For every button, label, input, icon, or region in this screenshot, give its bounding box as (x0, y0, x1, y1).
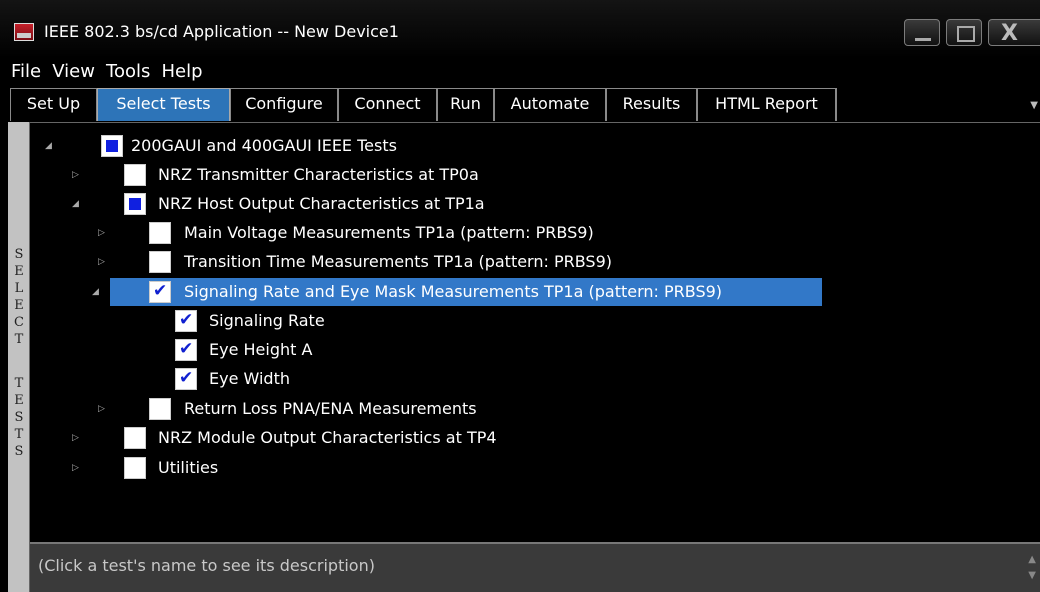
left-strip (0, 122, 8, 592)
checkbox-unchecked[interactable] (149, 398, 171, 420)
tree-node-label[interactable]: 200GAUI and 400GAUI IEEE Tests (131, 132, 397, 160)
side-letter: T (14, 376, 24, 391)
tree-node-label[interactable]: Eye Width (209, 365, 290, 393)
window-title: IEEE 802.3 bs/cd Application -- New Devi… (44, 22, 399, 41)
collapse-arrow-icon[interactable]: ◢ (92, 278, 99, 306)
checkbox-unchecked[interactable] (124, 457, 146, 479)
collapse-arrow-icon[interactable]: ◢ (45, 132, 52, 160)
tab-configure[interactable]: Configure (230, 88, 338, 121)
checkbox-partial[interactable] (124, 193, 146, 215)
close-icon: X (1001, 21, 1018, 46)
checkbox-unchecked[interactable] (149, 251, 171, 273)
tree-node-label[interactable]: Signaling Rate (209, 307, 325, 335)
menu-file[interactable]: File (0, 58, 41, 86)
tab-set-up[interactable]: Set Up (10, 88, 97, 121)
checkbox-unchecked[interactable] (124, 427, 146, 449)
expand-arrow-icon[interactable]: ▷ (98, 248, 105, 276)
side-letter: C (14, 315, 24, 330)
checkbox-checked[interactable] (175, 338, 197, 361)
side-letter: E (14, 264, 24, 279)
tab-automate[interactable]: Automate (494, 88, 606, 121)
checkbox-checked[interactable] (175, 309, 197, 332)
tree-node-selected[interactable]: ◢ Signaling Rate and Eye Mask Measuremen… (30, 278, 1040, 306)
collapse-arrow-icon[interactable]: ◢ (72, 190, 79, 218)
side-letter: S (14, 410, 24, 425)
tree-node-label[interactable]: Utilities (158, 454, 218, 482)
tab-overflow-icon[interactable]: ▼ (1030, 100, 1038, 111)
tab-html-report[interactable]: HTML Report (697, 88, 836, 121)
tree-node-label[interactable]: Return Loss PNA/ENA Measurements (184, 395, 477, 423)
tab-bar: Set Up Select Tests Configure Connect Ru… (0, 88, 1040, 122)
tab-results[interactable]: Results (606, 88, 697, 121)
checkbox-checked[interactable] (149, 280, 171, 303)
checkbox-partial[interactable] (101, 135, 123, 157)
side-letter: S (14, 444, 24, 459)
expand-arrow-icon[interactable]: ▷ (98, 395, 105, 423)
tree-node-label[interactable]: Main Voltage Measurements TP1a (pattern:… (184, 219, 594, 247)
tree-node-label[interactable]: Eye Height A (209, 336, 312, 364)
scroll-up-icon[interactable]: ▲ (1028, 554, 1036, 565)
scroll-down-icon[interactable]: ▼ (1028, 570, 1036, 581)
side-letter: T (14, 332, 24, 347)
minimize-button[interactable] (904, 19, 940, 46)
tree-node-label[interactable]: NRZ Host Output Characteristics at TP1a (158, 190, 485, 218)
menu-bar: File View Tools Help (0, 58, 1040, 88)
checkbox-unchecked[interactable] (124, 164, 146, 186)
side-letter: E (14, 298, 24, 313)
tree-node-label[interactable]: Signaling Rate and Eye Mask Measurements… (184, 278, 722, 306)
description-panel[interactable]: (Click a test's name to see its descript… (30, 542, 1040, 592)
minimize-icon (915, 38, 931, 41)
side-letter: E (14, 393, 24, 408)
expand-arrow-icon[interactable]: ▷ (72, 424, 79, 452)
maximize-button[interactable] (946, 19, 982, 46)
tree-node-label[interactable]: NRZ Module Output Characteristics at TP4 (158, 424, 497, 452)
close-button[interactable]: X (988, 19, 1040, 46)
menu-view[interactable]: View (41, 58, 95, 86)
expand-arrow-icon[interactable]: ▷ (98, 219, 105, 247)
maximize-icon (957, 26, 975, 42)
menu-tools[interactable]: Tools (95, 58, 150, 86)
tab-select-tests[interactable]: Select Tests (97, 88, 230, 121)
checkbox-checked[interactable] (175, 367, 197, 390)
select-tests-side-label: S E L E C T T E S T S (8, 122, 30, 592)
tree-node-label[interactable]: NRZ Transmitter Characteristics at TP0a (158, 161, 479, 189)
expand-arrow-icon[interactable]: ▷ (72, 454, 79, 482)
app-icon (14, 23, 34, 41)
tab-bar-filler (836, 88, 1040, 121)
test-tree: ◢ 200GAUI and 400GAUI IEEE Tests ▷ NRZ T… (30, 122, 1040, 543)
side-letter: T (14, 427, 24, 442)
side-letter: S (14, 247, 24, 262)
expand-arrow-icon[interactable]: ▷ (72, 161, 79, 189)
tree-node-label[interactable]: Transition Time Measurements TP1a (patte… (184, 248, 612, 276)
side-letter: L (14, 281, 24, 296)
title-bar: IEEE 802.3 bs/cd Application -- New Devi… (0, 0, 1040, 58)
menu-help[interactable]: Help (150, 58, 202, 86)
tab-connect[interactable]: Connect (338, 88, 437, 121)
description-text: (Click a test's name to see its descript… (38, 556, 375, 575)
tab-run[interactable]: Run (437, 88, 494, 121)
checkbox-unchecked[interactable] (149, 222, 171, 244)
